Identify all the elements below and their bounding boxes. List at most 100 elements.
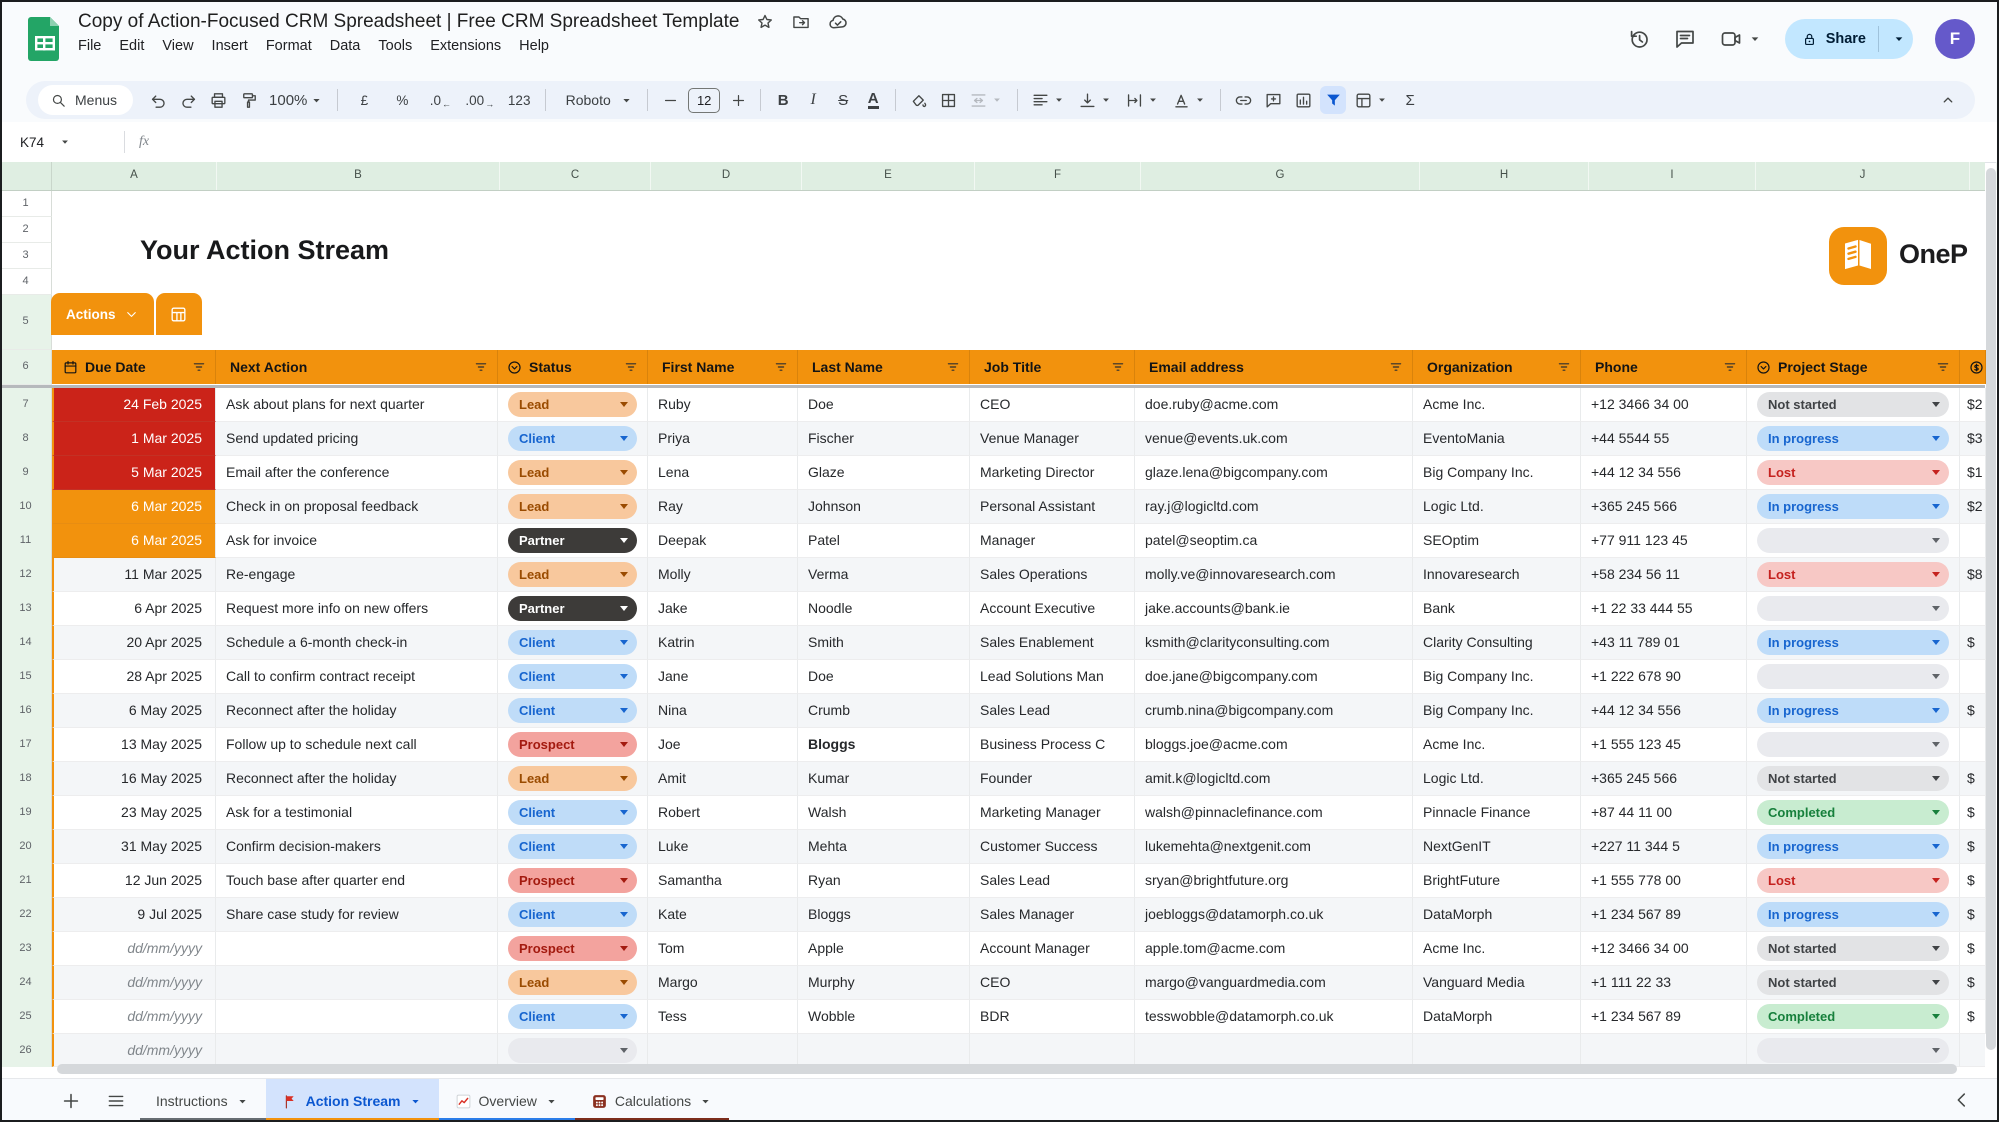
row-number-4[interactable]: 4 xyxy=(0,269,52,295)
row-number-16[interactable]: 16 xyxy=(0,694,52,729)
stage-chip[interactable]: Not started xyxy=(1757,392,1949,417)
tab-instructions[interactable]: Instructions xyxy=(140,1079,266,1122)
row-number-9[interactable]: 9 xyxy=(0,456,52,491)
menus-search-button[interactable]: Menus xyxy=(38,85,133,115)
menu-view[interactable]: View xyxy=(153,36,202,56)
stage-chip[interactable] xyxy=(1757,664,1949,689)
fill-color-button[interactable] xyxy=(905,86,931,114)
status-chip[interactable] xyxy=(508,1038,637,1063)
merge-cells-button[interactable] xyxy=(965,86,1008,114)
stage-chip[interactable]: In progress xyxy=(1757,494,1949,519)
all-sheets-button[interactable] xyxy=(106,1091,126,1111)
filter-icon[interactable] xyxy=(473,359,489,375)
column-header-status[interactable]: Status xyxy=(498,350,648,384)
row-number-11[interactable]: 11 xyxy=(0,524,52,559)
format-currency-button[interactable]: £ xyxy=(347,86,381,114)
filter-icon[interactable] xyxy=(191,359,207,375)
redo-button[interactable] xyxy=(175,86,201,114)
column-letter-A[interactable]: A xyxy=(52,162,217,190)
row-number-24[interactable]: 24 xyxy=(0,966,52,1001)
row-number-7[interactable]: 7 xyxy=(0,388,52,423)
stage-chip[interactable]: In progress xyxy=(1757,630,1949,655)
empty-cells[interactable] xyxy=(52,295,1985,350)
row-number-3[interactable]: 3 xyxy=(0,243,52,269)
column-header-last[interactable]: Last Name xyxy=(798,350,970,384)
status-chip[interactable]: Partner xyxy=(508,528,637,553)
text-color-button[interactable]: A xyxy=(868,92,879,109)
empty-cells[interactable] xyxy=(52,191,1985,217)
horizontal-scrollbar[interactable] xyxy=(57,1064,1957,1074)
status-chip[interactable]: Prospect xyxy=(508,732,637,757)
insert-link-button[interactable] xyxy=(1230,86,1256,114)
increase-decimal-button[interactable]: .00→ xyxy=(461,86,498,114)
font-select[interactable]: Roboto xyxy=(555,86,638,114)
row-number-22[interactable]: 22 xyxy=(0,898,52,933)
stage-chip[interactable]: Completed xyxy=(1757,800,1949,825)
stage-chip[interactable]: Lost xyxy=(1757,460,1949,485)
bold-button[interactable]: B xyxy=(770,86,796,114)
row-number-17[interactable]: 17 xyxy=(0,728,52,763)
insert-comment-button[interactable] xyxy=(1260,86,1286,114)
row-number-21[interactable]: 21 xyxy=(0,864,52,899)
column-letter-D[interactable]: D xyxy=(651,162,802,190)
column-header-deal[interactable] xyxy=(1960,350,1986,384)
status-chip[interactable]: Client xyxy=(508,426,637,451)
row-number-2[interactable]: 2 xyxy=(0,217,52,243)
stage-chip[interactable]: Not started xyxy=(1757,766,1949,791)
text-rotation-button[interactable] xyxy=(1168,86,1211,114)
decrease-decimal-button[interactable]: .0← xyxy=(423,86,457,114)
table-settings-button[interactable] xyxy=(156,293,202,335)
menu-format[interactable]: Format xyxy=(257,36,321,56)
add-sheet-button[interactable] xyxy=(60,1090,82,1112)
menu-insert[interactable]: Insert xyxy=(203,36,257,56)
italic-button[interactable]: I xyxy=(800,86,826,114)
stage-chip[interactable]: Not started xyxy=(1757,970,1949,995)
select-all-corner[interactable] xyxy=(0,162,52,190)
status-chip[interactable]: Lead xyxy=(508,766,637,791)
more-formats-button[interactable]: 123 xyxy=(502,86,536,114)
status-chip[interactable]: Prospect xyxy=(508,936,637,961)
hide-toolbar-button[interactable] xyxy=(1935,86,1961,114)
menu-tools[interactable]: Tools xyxy=(369,36,421,56)
column-header-first[interactable]: First Name xyxy=(648,350,798,384)
insert-chart-button[interactable] xyxy=(1290,86,1316,114)
stage-chip[interactable]: In progress xyxy=(1757,698,1949,723)
filter-icon[interactable] xyxy=(1722,359,1738,375)
stage-chip[interactable]: In progress xyxy=(1757,834,1949,859)
row-number-25[interactable]: 25 xyxy=(0,1000,52,1035)
column-letter-E[interactable]: E xyxy=(802,162,975,190)
status-chip[interactable]: Client xyxy=(508,630,637,655)
stage-chip[interactable]: In progress xyxy=(1757,902,1949,927)
undo-button[interactable] xyxy=(145,86,171,114)
paint-format-button[interactable] xyxy=(235,86,261,114)
status-chip[interactable]: Partner xyxy=(508,596,637,621)
status-chip[interactable]: Client xyxy=(508,800,637,825)
stage-chip[interactable] xyxy=(1757,732,1949,757)
row-number-10[interactable]: 10 xyxy=(0,490,52,525)
filter-icon[interactable] xyxy=(1935,359,1951,375)
column-header-job[interactable]: Job Title xyxy=(970,350,1135,384)
strikethrough-button[interactable]: S xyxy=(830,86,856,114)
status-chip[interactable]: Client xyxy=(508,1004,637,1029)
menu-help[interactable]: Help xyxy=(510,36,558,56)
menu-edit[interactable]: Edit xyxy=(110,36,153,56)
empty-cells[interactable] xyxy=(52,269,1985,295)
stage-chip[interactable] xyxy=(1757,528,1949,553)
status-chip[interactable]: Prospect xyxy=(508,868,637,893)
tab-action-stream[interactable]: Action Stream xyxy=(266,1079,439,1122)
column-letter-G[interactable]: G xyxy=(1141,162,1420,190)
column-header-email[interactable]: Email address xyxy=(1135,350,1413,384)
document-title[interactable]: Copy of Action-Focused CRM Spreadsheet |… xyxy=(78,11,739,33)
decrease-font-size-button[interactable] xyxy=(657,86,683,114)
column-header-stage[interactable]: Project Stage xyxy=(1747,350,1960,384)
row-number-14[interactable]: 14 xyxy=(0,626,52,661)
filter-icon[interactable] xyxy=(1388,359,1404,375)
stage-chip[interactable]: Lost xyxy=(1757,562,1949,587)
row-number-26[interactable]: 26 xyxy=(0,1034,52,1067)
text-wrap-button[interactable] xyxy=(1121,86,1164,114)
column-letter-H[interactable]: H xyxy=(1420,162,1589,190)
status-chip[interactable]: Lead xyxy=(508,494,637,519)
zoom-select[interactable]: 100% xyxy=(265,86,328,114)
row-number-23[interactable]: 23 xyxy=(0,932,52,967)
move-folder-icon[interactable] xyxy=(791,12,811,32)
